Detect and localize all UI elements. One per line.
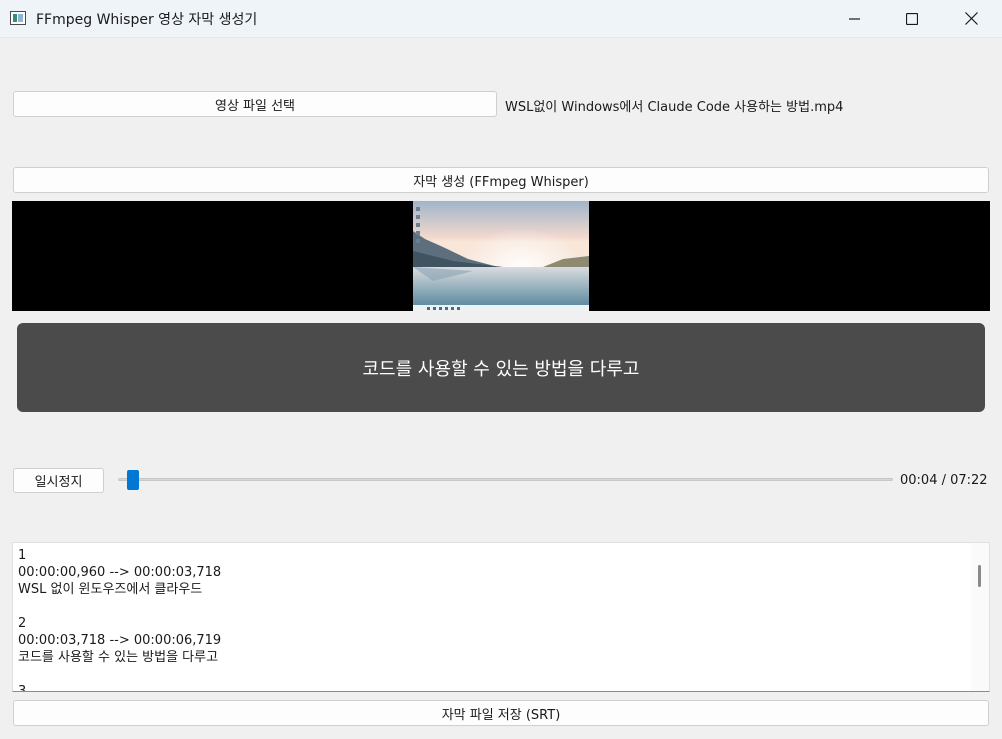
time-display: 00:04 / 07:22	[900, 473, 988, 488]
close-icon	[964, 12, 978, 25]
video-player[interactable]	[12, 201, 990, 311]
select-file-button[interactable]: 영상 파일 선택	[13, 91, 497, 117]
minimize-button[interactable]	[826, 0, 884, 37]
srt-line	[18, 598, 221, 615]
app-icon	[10, 11, 26, 25]
seek-slider-track[interactable]	[118, 478, 893, 481]
minimize-icon	[849, 17, 860, 20]
video-frame	[413, 201, 589, 311]
srt-line: 00:00:03,718 --> 00:00:06,719	[18, 633, 222, 648]
current-caption: 코드를 사용할 수 있는 방법을 다루고	[17, 323, 985, 412]
srt-line: 00:00:00,960 --> 00:00:03,718	[18, 565, 222, 580]
selected-file-name: WSL없이 Windows에서 Claude Code 사용하는 방법.mp4	[505, 100, 844, 115]
srt-line	[18, 666, 221, 683]
srt-line: WSL 없이 윈도우즈에서 클라우드	[18, 582, 203, 597]
seek-slider-handle[interactable]	[127, 470, 139, 490]
vertical-scrollbar[interactable]	[971, 543, 989, 691]
caption-text: 코드를 사용할 수 있는 방법을 다루고	[362, 358, 640, 380]
srt-line: 2	[18, 616, 27, 631]
srt-line: 1	[18, 548, 27, 563]
save-srt-button[interactable]: 자막 파일 저장 (SRT)	[13, 700, 989, 726]
close-button[interactable]	[942, 0, 1000, 37]
pause-button[interactable]: 일시정지	[13, 468, 104, 493]
title-bar: FFmpeg Whisper 영상 자막 생성기	[0, 0, 1002, 38]
srt-line: 3	[18, 684, 27, 692]
generate-subtitles-button[interactable]: 자막 생성 (FFmpeg Whisper)	[13, 167, 989, 193]
srt-text-area[interactable]: 1 00:00:00,960 --> 00:00:03,718 WSL 없이 윈도우…	[12, 542, 990, 692]
window-title: FFmpeg Whisper 영상 자막 생성기	[36, 12, 258, 28]
maximize-icon	[906, 12, 918, 25]
srt-line: 코드를 사용할 수 있는 방법을 다루고	[18, 650, 219, 665]
scrollbar-thumb[interactable]	[978, 565, 981, 587]
maximize-button[interactable]	[883, 0, 941, 37]
srt-content: 1 00:00:00,960 --> 00:00:03,718 WSL 없이 윈도우…	[18, 547, 222, 692]
